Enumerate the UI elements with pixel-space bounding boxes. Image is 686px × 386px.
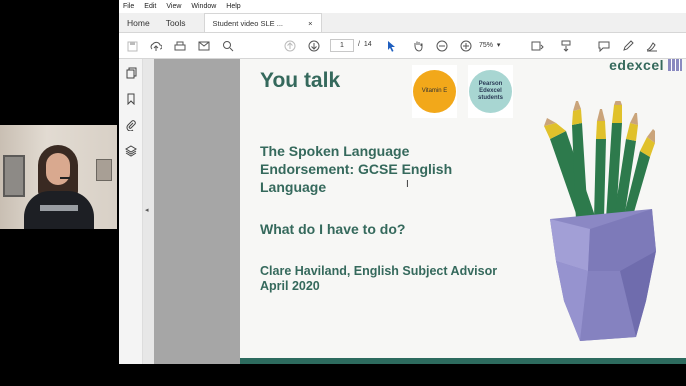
picture-frame — [3, 155, 25, 197]
toolbar: 1 / 14 75% ▾ — [119, 33, 686, 59]
scroll-mode-icon[interactable] — [559, 39, 573, 53]
print-icon[interactable] — [173, 39, 187, 53]
webcam-feed — [0, 125, 117, 229]
page-number-input[interactable]: 1 — [330, 39, 354, 52]
left-nav-rail — [119, 59, 143, 364]
slide-question: What do I have to do? — [260, 221, 406, 237]
tab-home[interactable]: Home — [119, 13, 158, 32]
upload-icon[interactable] — [149, 39, 163, 53]
presenter-face — [46, 153, 70, 185]
menu-view[interactable]: View — [166, 3, 181, 10]
tab-document[interactable]: Student video SLE ... × — [203, 13, 322, 32]
page-display-icon[interactable] — [531, 39, 545, 53]
page-gutter — [154, 59, 240, 364]
zoom-level-value: 75% — [479, 42, 494, 49]
slide-heading-line2: Endorsement: GCSE English — [260, 161, 453, 177]
menu-help[interactable]: Help — [226, 3, 240, 10]
slide-heading-line1: The Spoken Language — [260, 143, 410, 159]
slide-title: You talk — [260, 69, 341, 92]
pencils — [544, 101, 655, 225]
slide-page: You talk Vitamin E Pearson Edexcel stude… — [240, 57, 686, 364]
pot — [550, 209, 656, 341]
comment-icon[interactable] — [597, 39, 611, 53]
edexcel-grid-icon — [668, 59, 682, 71]
zoom-out-icon[interactable] — [435, 39, 449, 53]
next-page-icon[interactable] — [307, 39, 321, 53]
page-total: / 14 — [358, 41, 372, 48]
edexcel-logo: edexcel — [609, 57, 664, 73]
pencil-pot-illustration — [544, 101, 656, 341]
hand-tool-icon[interactable] — [411, 39, 425, 53]
email-icon[interactable] — [197, 39, 211, 53]
menu-bar: File Edit View Window Help — [119, 0, 686, 13]
picture-frame — [96, 159, 112, 181]
slide-date: April 2020 — [260, 279, 320, 293]
page-total-count: 14 — [363, 41, 372, 48]
pearson-badge: Pearson Edexcel students — [469, 70, 512, 113]
tab-tools[interactable]: Tools — [158, 13, 194, 32]
close-tab-icon[interactable]: × — [308, 19, 312, 28]
previous-page-icon[interactable] — [283, 39, 297, 53]
sign-icon[interactable] — [645, 39, 659, 53]
zoom-level-select[interactable]: 75% ▾ — [479, 41, 500, 49]
layers-icon[interactable] — [124, 145, 138, 159]
menu-file[interactable]: File — [123, 3, 134, 10]
shirt-print — [40, 205, 78, 211]
slide-heading-line3: Language — [260, 179, 327, 195]
badge-card-left: Vitamin E — [412, 65, 457, 118]
collapse-pane-icon[interactable]: ◂ — [145, 206, 149, 214]
text-cursor-icon: I — [406, 179, 409, 190]
window-bottom-bar — [119, 364, 686, 386]
chevron-down-icon: ▾ — [496, 42, 501, 49]
badge-card-right: Pearson Edexcel students — [468, 65, 513, 118]
bookmark-icon[interactable] — [124, 93, 138, 107]
tab-bar: Home Tools Student video SLE ... × — [119, 13, 686, 33]
menu-window[interactable]: Window — [191, 3, 216, 10]
page-thumbnails-icon[interactable] — [124, 67, 138, 81]
zoom-search-icon[interactable] — [221, 39, 235, 53]
page-separator: / — [358, 41, 360, 48]
tab-document-label: Student video SLE ... — [212, 18, 283, 28]
select-cursor-icon[interactable] — [385, 39, 399, 53]
zoom-in-icon[interactable] — [459, 39, 473, 53]
attachment-icon[interactable] — [124, 119, 138, 133]
pearson-label: Pearson Edexcel students — [477, 81, 503, 101]
screen: File Edit View Window Help Home Tools St… — [0, 0, 686, 386]
vitamin-e-badge: Vitamin E — [413, 70, 456, 113]
save-icon[interactable] — [125, 39, 139, 53]
vitamin-e-label: Vitamin E — [421, 88, 448, 94]
pdf-reader-window: File Edit View Window Help Home Tools St… — [119, 0, 686, 386]
menu-edit[interactable]: Edit — [144, 3, 156, 10]
headset-mic-icon — [60, 177, 70, 179]
document-area: ◂ You talk Vitamin E Pearson Edexcel stu… — [119, 57, 686, 364]
highlight-pen-icon[interactable] — [621, 39, 635, 53]
